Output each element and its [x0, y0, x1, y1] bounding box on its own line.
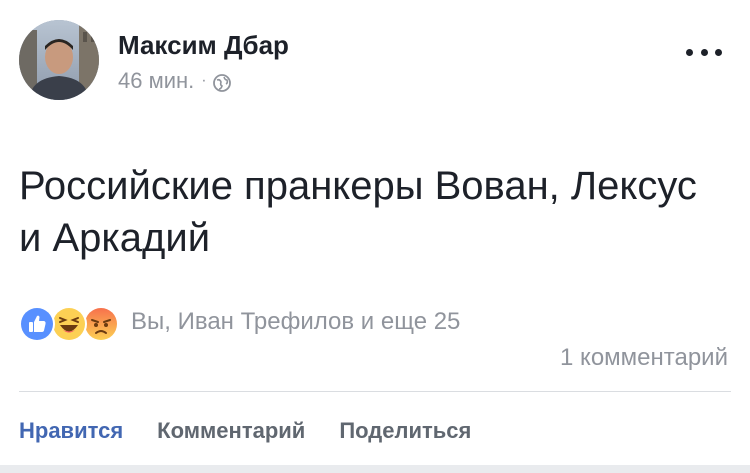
more-horizontal-icon: [686, 48, 693, 56]
meta-separator: ·: [201, 72, 207, 89]
haha-icon: [51, 306, 87, 342]
divider: [19, 391, 731, 392]
reactions-text[interactable]: Вы, Иван Трефилов и еще 25: [131, 308, 460, 336]
like-button[interactable]: Нравится: [19, 418, 123, 444]
comment-button[interactable]: Комментарий: [157, 418, 305, 444]
comments-count[interactable]: 1 комментарий: [560, 344, 728, 372]
post-actions: Нравится Комментарий Поделиться: [19, 416, 505, 446]
reaction-icons: [19, 304, 119, 342]
like-icon: [19, 306, 55, 342]
post-time[interactable]: 46 мин.: [118, 68, 194, 94]
facebook-post: Максим Дбар 46 мин. · Российские пранкер…: [0, 0, 750, 473]
globe-icon: [212, 72, 231, 92]
share-button[interactable]: Поделиться: [339, 418, 471, 444]
more-horizontal-icon: [715, 48, 722, 56]
post-text: Российские пранкеры Вован, Лексус и Арка…: [19, 164, 697, 260]
author-avatar[interactable]: [19, 20, 99, 100]
more-horizontal-icon: [700, 48, 708, 56]
angry-icon: [83, 306, 119, 342]
more-options-button[interactable]: [686, 44, 722, 60]
feed-separator: [0, 465, 750, 473]
author-name[interactable]: Максим Дбар: [118, 30, 289, 61]
post-meta: 46 мин. ·: [118, 68, 231, 94]
reactions-summary[interactable]: Вы, Иван Трефилов и еще 25: [19, 304, 460, 342]
